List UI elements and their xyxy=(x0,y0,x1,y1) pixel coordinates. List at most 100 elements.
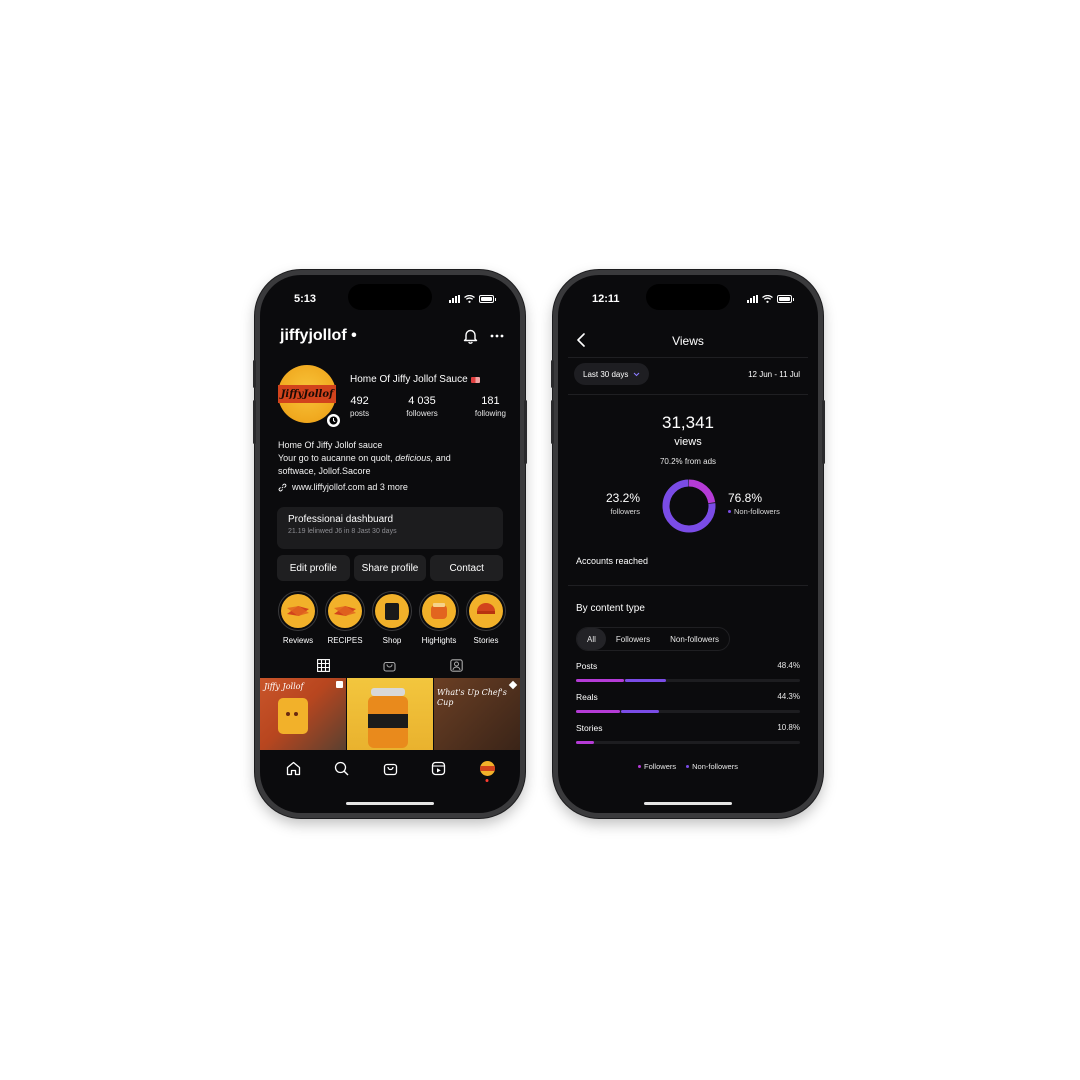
stat-label: posts xyxy=(350,409,370,418)
bar-category-label: Posts xyxy=(576,661,598,671)
shopping-bag-icon xyxy=(375,594,409,628)
stat-label: following xyxy=(474,409,506,418)
accounts-reached-label[interactable]: Accounts reached xyxy=(576,556,648,566)
highlight-reviews[interactable]: Reviews xyxy=(276,591,320,645)
bio-link[interactable]: www.liffyjollof.com ad 3 more xyxy=(278,481,508,494)
power-button xyxy=(524,400,527,464)
nonfollowers-pct: 76.8% xyxy=(728,491,763,505)
total-views-value: 31,341 xyxy=(662,413,714,432)
bar-row: Stories 10.8% xyxy=(576,723,800,744)
post-tile[interactable] xyxy=(347,678,433,750)
bar-track xyxy=(576,741,800,744)
mute-switch xyxy=(253,360,256,388)
stat-followers[interactable]: 4 035 followers xyxy=(406,395,438,418)
tab-shop[interactable] xyxy=(375,657,405,673)
username-switcher[interactable]: jiffyjollof • xyxy=(280,327,357,345)
mute-switch xyxy=(551,360,554,388)
tagged-icon xyxy=(450,658,463,672)
edit-profile-button[interactable]: Edit profile xyxy=(277,555,350,581)
contact-button[interactable]: Contact xyxy=(430,555,504,581)
chevron-down-icon xyxy=(633,372,640,376)
nav-search[interactable] xyxy=(333,759,351,777)
highlight-label: RECIPES xyxy=(327,636,363,645)
post-tile[interactable]: Jiffy Jollof xyxy=(260,678,346,750)
filter-divider xyxy=(568,394,808,395)
stat-following[interactable]: 181 following xyxy=(475,395,506,418)
phone-insights: 12:11 Views Last 30 days 12 Jun - 11 Jul… xyxy=(551,270,825,818)
shop-icon xyxy=(383,661,397,672)
highlight-shop[interactable]: Shop xyxy=(370,591,414,645)
chart-legend: Followers Non-followers xyxy=(558,762,818,771)
highlight-label: Shop xyxy=(382,636,402,645)
jar-image xyxy=(368,688,408,748)
volume-button xyxy=(551,400,554,444)
bar-category-label: Reals xyxy=(576,692,598,702)
section-divider xyxy=(568,585,808,586)
nav-shop[interactable] xyxy=(381,759,399,777)
home-indicator xyxy=(346,802,434,805)
dashboard-subtitle: 21.19 lelinwed J6 in 8 Jast 30 days xyxy=(288,528,397,535)
status-time: 12:11 xyxy=(592,293,620,305)
segment-non-followers[interactable]: Non-followers xyxy=(660,628,729,650)
followers-pct: 23.2% xyxy=(606,491,641,505)
bar-row: Posts 48.4% xyxy=(576,661,800,682)
professional-dashboard-card[interactable]: Professionai dashbuard 21.19 lelinwed J6… xyxy=(277,507,503,549)
sauce-sachet-icon xyxy=(281,594,315,628)
section-title: By content type xyxy=(576,603,645,614)
share-profile-button[interactable]: Share profile xyxy=(353,555,427,581)
volume-button xyxy=(253,400,256,444)
bar-value-label: 44.3% xyxy=(777,692,800,701)
legend-label: Followers xyxy=(644,762,677,771)
views-total: 31,341 views 70.2% from ads xyxy=(558,413,818,466)
post-tile[interactable]: What's Up Chef's Cup xyxy=(434,678,520,750)
signal-icon xyxy=(449,295,460,303)
more-options-icon[interactable] xyxy=(490,334,504,338)
story-highlights: Reviews RECIPES Shop HigHights Stories xyxy=(276,591,508,645)
date-range-dropdown[interactable]: Last 30 days xyxy=(574,363,650,385)
clock-icon xyxy=(325,412,342,429)
wifi-icon xyxy=(762,295,773,303)
tab-grid[interactable] xyxy=(308,657,338,673)
stat-posts[interactable]: 492 posts xyxy=(350,395,369,418)
display-name-text: Home Of Jiffy Jollof Sauce xyxy=(350,374,468,385)
bio-line: softwace, Jollof.Sacore xyxy=(278,466,371,476)
header-divider xyxy=(568,357,808,358)
nav-reels[interactable] xyxy=(430,759,448,777)
segment-followers[interactable]: Followers xyxy=(606,628,660,650)
highlight-recipes[interactable]: RECIPES xyxy=(323,591,367,645)
bar-track xyxy=(576,679,800,682)
highlight-label: Reviews xyxy=(282,636,314,645)
highlight-label: HigHights xyxy=(421,636,457,645)
bar-nonfollowers-segment xyxy=(625,679,667,682)
back-icon[interactable] xyxy=(576,333,586,347)
profile-avatar xyxy=(479,760,495,776)
bar-row: Reals 44.3% xyxy=(576,692,800,713)
signal-icon xyxy=(747,295,758,303)
ads-share-note: 70.2% from ads xyxy=(659,457,717,466)
audience-segmented-control: All Followers Non-followers xyxy=(576,627,731,651)
wifi-icon xyxy=(464,295,475,303)
flag-icon xyxy=(470,376,480,383)
nav-home[interactable] xyxy=(284,759,302,777)
avatar[interactable]: JiffyJollof xyxy=(278,365,342,429)
profile-bio: Home Of Jiffy Jollof sauce Your go to au… xyxy=(278,439,508,494)
highlight-highlights[interactable]: HigHights xyxy=(417,591,461,645)
bio-line: Your go to aucanne on quolt, deficious, … xyxy=(278,452,508,465)
bio-text: and xyxy=(433,453,451,463)
nonfollowers-stat: 76.8% Non-followers xyxy=(728,491,780,516)
bio-link-text: www.liffyjollof.com ad 3 more xyxy=(292,482,408,492)
tab-tagged[interactable] xyxy=(442,657,472,673)
profile-content-tabs xyxy=(260,657,520,673)
dashboard-title: Professionai dashbuard xyxy=(288,514,394,525)
bio-line: Home Of Jiffy Jollof sauce xyxy=(278,440,383,450)
search-icon xyxy=(334,761,349,775)
profile-stats: 492 posts 4 035 followers 181 following xyxy=(350,395,506,418)
bell-icon[interactable] xyxy=(463,328,478,344)
stat-label: followers xyxy=(406,409,438,418)
views-header: Views xyxy=(576,329,800,353)
highlight-stories[interactable]: Stories xyxy=(464,591,508,645)
views-insights-screen: 12:11 Views Last 30 days 12 Jun - 11 Jul… xyxy=(558,275,818,813)
followers-label: followers xyxy=(610,507,641,516)
segment-all[interactable]: All xyxy=(577,628,606,650)
nav-profile[interactable] xyxy=(478,759,496,782)
